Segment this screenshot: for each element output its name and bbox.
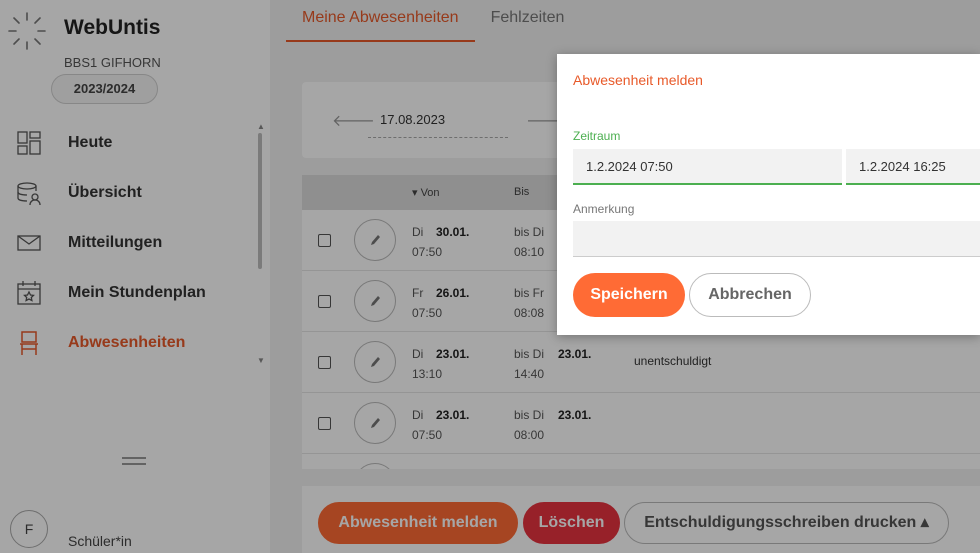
speichern-button[interactable]: Speichern [573, 273, 685, 317]
end-datetime-input[interactable]: 1.2.2024 16:25 [846, 149, 980, 185]
anmerkung-input[interactable] [573, 221, 980, 257]
abbrechen-button[interactable]: Abbrechen [689, 273, 811, 317]
anmerkung-label: Anmerkung [573, 202, 635, 216]
start-datetime-input[interactable]: 1.2.2024 07:50 [573, 149, 842, 185]
dialog-title: Abwesenheit melden [573, 72, 703, 88]
zeitraum-label: Zeitraum [573, 129, 621, 143]
abwesenheit-melden-dialog: Abwesenheit melden Zeitraum 1.2.2024 07:… [557, 54, 980, 335]
